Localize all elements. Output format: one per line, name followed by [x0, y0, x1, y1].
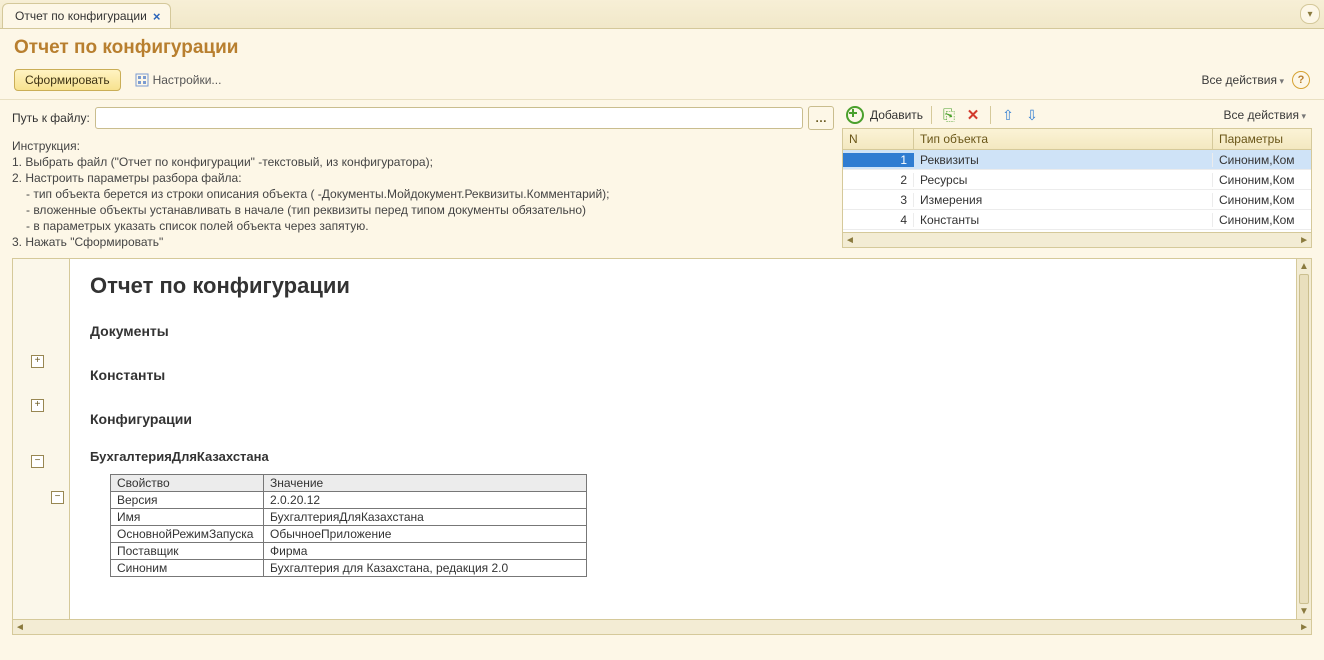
grid-h-scrollbar[interactable]: ◄ ►: [843, 232, 1311, 247]
cell-type: Реквизиты: [914, 153, 1213, 167]
scroll-right-icon[interactable]: ►: [1299, 622, 1309, 633]
report-section-configurations: Конфигурации: [90, 411, 1276, 427]
settings-label: Настройки...: [153, 73, 222, 87]
toolbar-separator: [990, 106, 991, 124]
cell-value: 2.0.20.12: [264, 492, 587, 509]
expand-toggle-icon[interactable]: +: [31, 399, 44, 412]
cell-n: 3: [843, 193, 914, 207]
path-label: Путь к файлу:: [12, 111, 90, 125]
cell-property: Синоним: [111, 560, 264, 577]
report-body: Отчет по конфигурации Документы Констант…: [70, 259, 1296, 619]
settings-icon: [135, 73, 149, 87]
page-header: Отчет по конфигурации: [0, 29, 1324, 65]
grid-row[interactable]: 2 Ресурсы Синоним,Ком: [843, 170, 1311, 190]
cell-property: ОсновнойРежимЗапуска: [111, 526, 264, 543]
instruction-heading: Инструкция:: [12, 138, 834, 154]
instruction-subline: - вложенные объекты устанавливать в нача…: [12, 202, 834, 218]
cell-params: Синоним,Ком: [1213, 153, 1311, 167]
duplicate-icon[interactable]: ⎘: [940, 106, 958, 124]
toolbar-separator: [931, 106, 932, 124]
table-row[interactable]: Имя БухгалтерияДляКазахстана: [111, 509, 587, 526]
instruction-line: 2. Настроить параметры разбора файла:: [12, 170, 834, 186]
grid-body: 1 Реквизиты Синоним,Ком 2 Ресурсы Синони…: [843, 150, 1311, 232]
cell-property: Имя: [111, 509, 264, 526]
minimize-button[interactable]: ▾: [1300, 4, 1320, 24]
generate-button[interactable]: Сформировать: [14, 69, 121, 91]
instruction-line: 3. Нажать "Сформировать": [12, 234, 834, 250]
properties-table: Свойство Значение Версия 2.0.20.12 Имя Б…: [110, 474, 587, 577]
add-icon[interactable]: [846, 106, 864, 124]
cell-type: Измерения: [914, 193, 1213, 207]
grid-all-actions-dropdown[interactable]: Все действия: [1224, 108, 1309, 122]
scroll-down-icon[interactable]: ▼: [1299, 606, 1309, 617]
instructions-block: Инструкция: 1. Выбрать файл ("Отчет по к…: [12, 138, 834, 250]
table-row[interactable]: Версия 2.0.20.12: [111, 492, 587, 509]
scroll-thumb[interactable]: [1299, 274, 1309, 604]
collapse-toggle-icon[interactable]: −: [51, 491, 64, 504]
close-icon[interactable]: ×: [153, 9, 161, 24]
configuration-name: БухгалтерияДляКазахстана: [90, 449, 1276, 464]
instruction-subline: - в параметрых указать список полей объе…: [12, 218, 834, 234]
help-icon[interactable]: ?: [1292, 71, 1310, 89]
scroll-left-icon[interactable]: ◄: [845, 235, 855, 246]
grid-row[interactable]: 4 Константы Синоним,Ком: [843, 210, 1311, 230]
grid-row[interactable]: 3 Измерения Синоним,Ком: [843, 190, 1311, 210]
cell-value: ОбычноеПриложение: [264, 526, 587, 543]
tab-report[interactable]: Отчет по конфигурации ×: [2, 3, 171, 28]
report-v-scrollbar[interactable]: ▲ ▼: [1296, 259, 1311, 619]
outline-gutter: + + − −: [13, 259, 70, 619]
report-title: Отчет по конфигурации: [90, 273, 1276, 299]
grid-toolbar: Добавить ⎘ ✕ ⇧ ⇩ Все действия: [842, 106, 1312, 128]
scroll-left-icon[interactable]: ◄: [15, 622, 25, 633]
cell-type: Ресурсы: [914, 173, 1213, 187]
scroll-right-icon[interactable]: ►: [1299, 235, 1309, 246]
report-spreadsheet: + + − − Отчет по конфигурации Документы …: [12, 258, 1312, 620]
move-up-icon[interactable]: ⇧: [999, 106, 1017, 124]
col-header-value: Значение: [264, 475, 587, 492]
browse-button[interactable]: …: [808, 106, 834, 130]
cell-params: Синоним,Ком: [1213, 173, 1311, 187]
grid-header: N Тип объекта Параметры: [843, 129, 1311, 150]
instruction-line: 1. Выбрать файл ("Отчет по конфигурации"…: [12, 154, 834, 170]
page-title: Отчет по конфигурации: [14, 37, 1310, 59]
cell-value: БухгалтерияДляКазахстана: [264, 509, 587, 526]
report-section-constants: Константы: [90, 367, 1276, 383]
table-header-row: Свойство Значение: [111, 475, 587, 492]
tab-strip: Отчет по конфигурации × ▾: [0, 0, 1324, 29]
expand-toggle-icon[interactable]: +: [31, 355, 44, 368]
cell-n: 4: [843, 213, 914, 227]
cell-value: Фирма: [264, 543, 587, 560]
file-path-input[interactable]: [95, 107, 803, 129]
cell-n: 2: [843, 173, 914, 187]
collapse-toggle-icon[interactable]: −: [31, 455, 44, 468]
col-header-property: Свойство: [111, 475, 264, 492]
table-row[interactable]: ОсновнойРежимЗапуска ОбычноеПриложение: [111, 526, 587, 543]
settings-button[interactable]: Настройки...: [129, 71, 228, 89]
table-row[interactable]: Синоним Бухгалтерия для Казахстана, реда…: [111, 560, 587, 577]
cell-params: Синоним,Ком: [1213, 213, 1311, 227]
cell-value: Бухгалтерия для Казахстана, редакция 2.0: [264, 560, 587, 577]
cell-type: Константы: [914, 213, 1213, 227]
delete-icon[interactable]: ✕: [964, 106, 982, 124]
table-row[interactable]: Поставщик Фирма: [111, 543, 587, 560]
report-h-scrollbar[interactable]: ◄ ►: [12, 620, 1312, 635]
col-header-params[interactable]: Параметры: [1213, 129, 1311, 149]
all-actions-dropdown[interactable]: Все действия: [1202, 73, 1285, 87]
tab-title: Отчет по конфигурации: [15, 9, 147, 23]
cell-n: 1: [843, 153, 914, 167]
instruction-subline: - тип объекта берется из строки описания…: [12, 186, 834, 202]
add-label[interactable]: Добавить: [870, 108, 923, 122]
scroll-up-icon[interactable]: ▲: [1299, 261, 1309, 272]
cell-params: Синоним,Ком: [1213, 193, 1311, 207]
col-header-type[interactable]: Тип объекта: [914, 129, 1213, 149]
move-down-icon[interactable]: ⇩: [1023, 106, 1041, 124]
types-grid: N Тип объекта Параметры 1 Реквизиты Сино…: [842, 128, 1312, 248]
col-header-n[interactable]: N: [843, 129, 914, 149]
report-section-documents: Документы: [90, 323, 1276, 339]
main-toolbar: Сформировать Настройки... Все действия ?: [0, 65, 1324, 100]
cell-property: Версия: [111, 492, 264, 509]
cell-property: Поставщик: [111, 543, 264, 560]
grid-row[interactable]: 1 Реквизиты Синоним,Ком: [843, 150, 1311, 170]
